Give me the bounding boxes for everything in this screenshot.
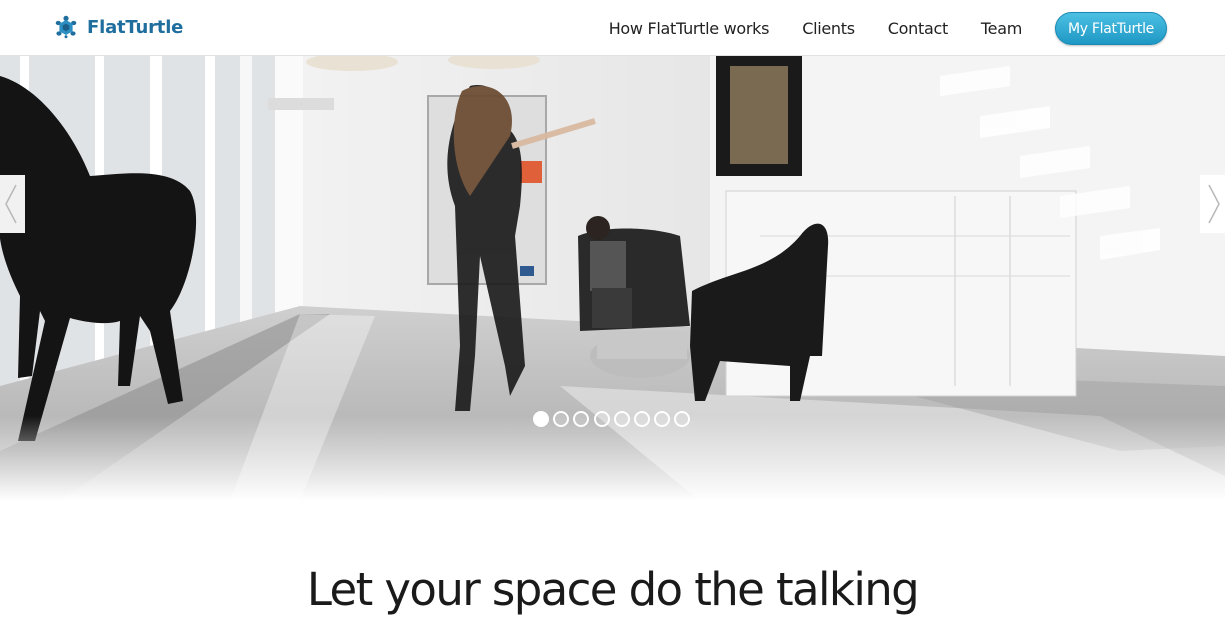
slide-dot[interactable] [654,411,671,427]
slide-dot[interactable] [633,411,650,427]
slide-dot[interactable] [573,411,590,427]
slide-dot[interactable] [533,411,549,427]
slide-dot[interactable] [613,411,630,427]
slider-pagination [533,411,695,427]
page-tagline: Let your space do the talking [306,563,920,616]
slide-dot[interactable] [674,411,691,427]
nav-how-it-works[interactable]: How FlatTurtle works [609,19,770,38]
site-header: FlatTurtle How FlatTurtle works Clients … [0,0,1225,56]
flatturtle-logo[interactable]: FlatTurtle [54,13,183,41]
nav-team[interactable]: Team [981,19,1022,38]
turtle-icon [55,15,77,39]
hero-slider [0,56,1225,501]
hero-fade [0,416,1225,501]
chevron-left-icon [5,184,17,224]
logo-text: FlatTurtle [87,16,184,38]
slider-prev-button[interactable] [0,175,25,233]
chevron-right-icon [1208,184,1220,224]
main-nav: How FlatTurtle works Clients Contact Tea… [609,11,1167,45]
slide-dot[interactable] [593,411,610,427]
nav-contact[interactable]: Contact [888,19,948,38]
slide-dot[interactable] [553,411,570,427]
nav-clients[interactable]: Clients [802,19,855,38]
my-flatturtle-button[interactable]: My FlatTurtle [1055,11,1167,45]
slider-next-button[interactable] [1200,175,1225,233]
